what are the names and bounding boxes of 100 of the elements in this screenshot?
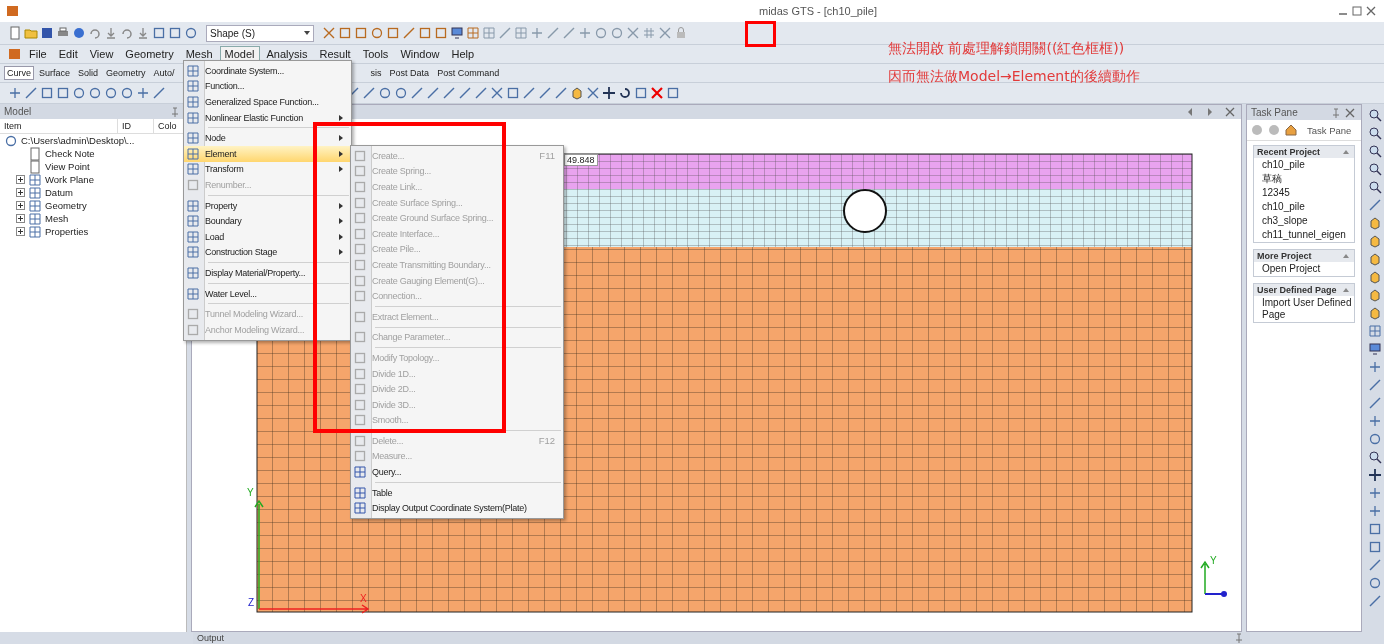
menu-item[interactable]: Node [184,130,351,146]
magnifier-icon[interactable] [1368,162,1382,176]
line-icon[interactable] [152,86,166,100]
magnifier-icon[interactable] [1368,144,1382,158]
circle-icon[interactable] [88,86,102,100]
plus-icon[interactable] [8,86,22,100]
grid-icon[interactable] [514,26,528,40]
plus-icon[interactable] [1368,360,1382,374]
project-link[interactable]: 草稿 [1254,172,1354,186]
line-icon[interactable] [498,26,512,40]
section-header[interactable]: More Project [1254,250,1354,262]
menu-item[interactable]: Water Level... [184,285,351,302]
cube-icon[interactable] [570,86,584,100]
tree-item[interactable]: Geometry [45,200,87,211]
line-icon[interactable] [474,86,488,100]
menu-item[interactable]: Edit [53,46,83,62]
lock-icon[interactable] [674,26,688,40]
square-icon[interactable] [56,86,70,100]
magnifier-icon[interactable] [1368,180,1382,194]
square-icon[interactable] [168,26,182,40]
menu-item[interactable]: Coordinate System... [184,63,351,79]
cube-icon[interactable] [1368,270,1382,284]
cross-icon[interactable] [586,86,600,100]
square-icon[interactable] [338,26,352,40]
project-link[interactable]: 12345 [1254,186,1354,200]
doc-icon[interactable] [8,26,22,40]
square-icon[interactable] [418,26,432,40]
line-icon[interactable] [1368,396,1382,410]
ribbon-tab[interactable]: Surface [36,66,74,80]
line-icon[interactable] [1368,378,1382,392]
line-icon[interactable] [24,86,38,100]
ribbon-tab[interactable]: Solid [75,66,102,80]
undo-icon[interactable] [88,26,102,40]
circle-icon[interactable] [72,86,86,100]
grid-icon[interactable] [466,26,480,40]
grid-icon[interactable] [186,229,200,244]
hash-icon[interactable] [642,26,656,40]
menu-item[interactable]: Nonlinear Elastic Function [184,109,351,126]
grid-icon[interactable] [186,214,200,229]
line-icon[interactable] [402,26,416,40]
square-icon[interactable] [666,86,680,100]
plus-icon[interactable] [1368,504,1382,518]
ribbon-tab[interactable]: Curve [4,66,34,80]
menu-item[interactable]: Window [395,46,445,62]
shape-select[interactable]: Shape (S) [206,24,314,42]
circle-icon[interactable] [610,26,624,40]
project-link[interactable]: ch11_tunnel_eigen [1254,228,1354,242]
line-icon[interactable] [522,86,536,100]
column-header[interactable]: ID [118,119,154,133]
line-icon[interactable] [362,86,376,100]
tree-item[interactable]: Datum [45,187,73,198]
menu-item[interactable]: Result [314,46,356,62]
cross-icon[interactable] [658,26,672,40]
ribbon-tab[interactable]: Post Command [434,66,503,80]
task-pane-dropdown[interactable]: Task Pane [1307,124,1352,136]
menu-item[interactable]: Display Output Coordinate System(Plate) [351,500,563,517]
menu-item[interactable]: Element [184,145,351,162]
grid-icon[interactable] [186,146,200,161]
section-header[interactable]: User Defined Page [1254,284,1354,296]
plus-icon[interactable] [136,86,150,100]
close-icon[interactable] [1364,4,1378,18]
menu-item[interactable]: Geometry [120,46,179,62]
line-icon[interactable] [1368,198,1382,212]
project-link[interactable]: Import User Defined Page [1254,296,1354,322]
grid-icon[interactable] [353,501,367,516]
magnifier-icon[interactable] [1368,450,1382,464]
menu-item[interactable]: Load [184,228,351,245]
cube-icon[interactable] [1368,252,1382,266]
help-icon[interactable] [72,26,86,40]
line-icon[interactable] [562,26,576,40]
magnifier-icon[interactable] [1368,126,1382,140]
line-icon[interactable] [1368,558,1382,572]
cross-icon[interactable] [626,26,640,40]
square-icon[interactable] [1368,540,1382,554]
circle-icon[interactable] [4,133,18,148]
arrow-down-icon[interactable] [136,26,150,40]
grid-icon[interactable] [353,465,367,480]
ribbon-tab[interactable]: sis [367,66,385,80]
menu-item[interactable]: Tools [357,46,394,62]
grid-icon[interactable] [186,198,200,213]
menu-item[interactable]: Boundary [184,213,351,229]
plus-icon[interactable] [578,26,592,40]
circle-icon[interactable] [378,86,392,100]
plus-icon[interactable] [530,26,544,40]
square-icon[interactable] [1368,522,1382,536]
grid-icon[interactable] [353,485,367,500]
line-icon[interactable] [1368,594,1382,608]
square-icon[interactable] [386,26,400,40]
rotate-icon[interactable] [618,86,632,100]
grid-icon[interactable] [186,110,200,125]
menu-item[interactable]: Analysis [261,46,313,62]
menu-item[interactable]: File [24,46,52,62]
app-icon[interactable] [6,4,20,18]
circle-icon[interactable] [184,26,198,40]
square-icon[interactable] [354,26,368,40]
ribbon-tab[interactable]: Auto/ [150,66,178,80]
line-icon[interactable] [426,86,440,100]
project-link[interactable]: Open Project [1254,262,1354,276]
grid-icon[interactable] [186,245,200,260]
project-link[interactable]: ch3_slope [1254,214,1354,228]
